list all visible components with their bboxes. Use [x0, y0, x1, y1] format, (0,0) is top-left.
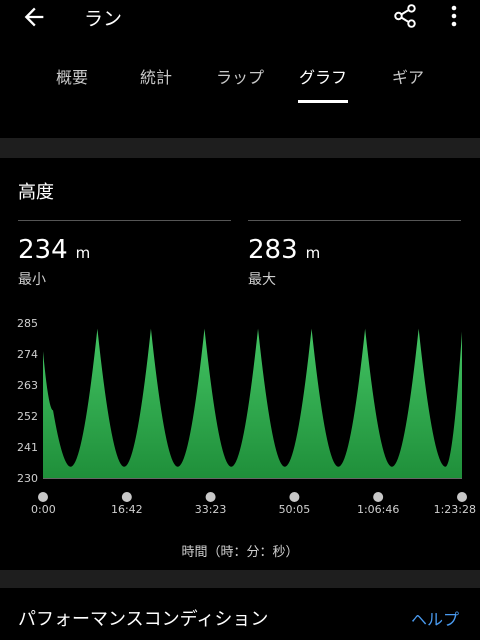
y-tick-label: 241 [17, 441, 38, 454]
elevation-chart[interactable]: 285 274 263 252 241 230 0:00 16:42 33:23 50:05 1:… [0, 310, 480, 530]
more-vert-icon[interactable] [444, 3, 464, 29]
share-icon[interactable] [392, 3, 418, 29]
x-tick-marker [121, 492, 132, 502]
elevation-area-series [43, 328, 462, 478]
x-tick-marker [289, 492, 300, 502]
section-divider [0, 138, 480, 158]
active-tab-indicator [298, 100, 348, 103]
x-tick-label: 33:23 [195, 503, 227, 516]
y-tick-label: 274 [17, 348, 38, 361]
x-tick-marker [373, 492, 384, 502]
x-tick-label: 1:06:46 [357, 503, 399, 516]
x-tick-label: 16:42 [111, 503, 143, 516]
page-title: ラン [84, 8, 123, 30]
performance-condition-title: パフォーマンスコンディション [18, 609, 269, 630]
section-divider-2 [0, 570, 480, 588]
x-tick-marker [205, 492, 216, 502]
x-axis-title: 時間（時：分：秒） [181, 545, 299, 560]
min-divider [18, 220, 231, 221]
elevation-title: 高度 [18, 182, 54, 203]
top-app-bar: ラン [0, 0, 480, 36]
min-elevation-label: 最小 [18, 272, 46, 288]
x-tick-label: 50:05 [279, 503, 311, 516]
y-tick-label: 285 [17, 317, 38, 330]
tab-laps[interactable]: ラップ [216, 64, 264, 88]
y-tick-label: 263 [17, 379, 38, 392]
x-tick-marker [457, 492, 467, 502]
max-elevation-label: 最大 [248, 272, 276, 288]
arrow-left-icon[interactable] [20, 3, 48, 31]
y-tick-label: 252 [17, 410, 38, 423]
max-divider [248, 220, 461, 221]
tab-bar: 概要 統計 ラップ グラフ ギア [0, 58, 480, 106]
x-tick-label: 0:00 [31, 503, 56, 516]
y-tick-label: 230 [17, 472, 38, 485]
max-elevation-value: 283 m [248, 235, 321, 265]
min-elevation-value: 234 m [18, 235, 91, 265]
tab-gear[interactable]: ギア [392, 64, 424, 88]
x-tick-label: 1:23:28 [434, 503, 476, 516]
help-link[interactable]: ヘルプ [411, 606, 459, 630]
tab-overview[interactable]: 概要 [56, 64, 88, 88]
x-tick-marker [38, 492, 48, 502]
tab-graph[interactable]: グラフ [299, 64, 347, 88]
tab-stats[interactable]: 統計 [140, 64, 172, 88]
